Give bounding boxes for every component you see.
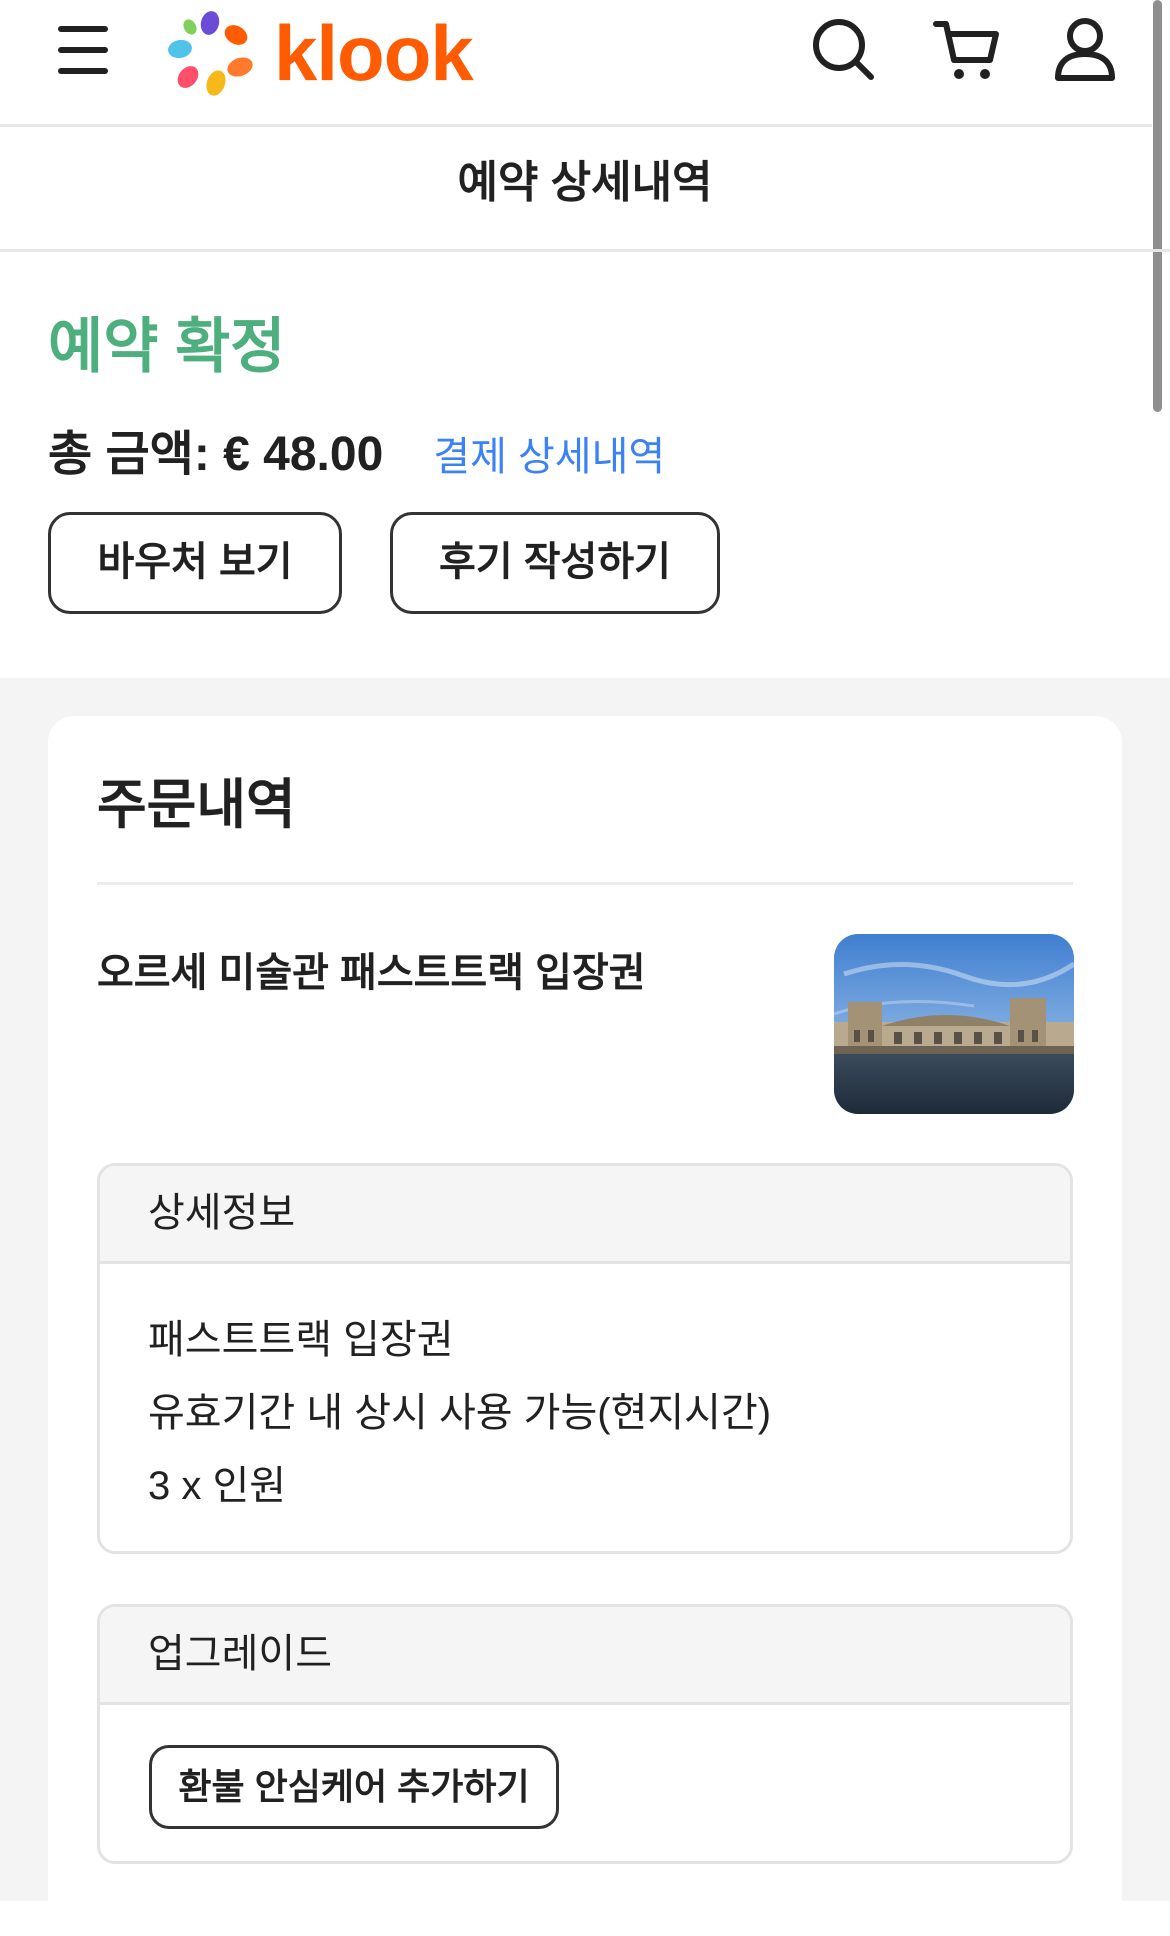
view-voucher-button[interactable]: 바우처 보기: [48, 512, 342, 614]
cart-icon[interactable]: [932, 14, 1002, 84]
product-name[interactable]: 오르세 미술관 패스트트랙 입장권: [97, 940, 646, 998]
page-title-bar: 예약 상세내역: [0, 127, 1170, 252]
klook-logo-mark: [168, 11, 253, 96]
search-icon[interactable]: [808, 14, 878, 84]
divider: [97, 882, 1073, 885]
details-panel-header: 상세정보: [100, 1166, 1070, 1264]
detail-line-package: 패스트트랙 입장권: [148, 1318, 454, 1362]
payment-details-link[interactable]: 결제 상세내역: [433, 424, 665, 482]
detail-line-validity: 유효기간 내 상시 사용 가능(현지시간): [148, 1391, 772, 1435]
user-icon[interactable]: [1050, 14, 1120, 84]
top-navigation-bar: klook: [0, 0, 1152, 127]
details-list: 패스트트랙 입장권 유효기간 내 상시 사용 가능(현지시간) 3 x 인원: [100, 1264, 1070, 1523]
write-review-button[interactable]: 후기 작성하기: [390, 512, 720, 614]
order-section-title: 주문내역: [97, 775, 296, 835]
page-title: 예약 상세내역: [457, 158, 713, 207]
klook-logo[interactable]: klook: [166, 8, 474, 98]
hamburger-menu-icon[interactable]: [52, 18, 116, 82]
logo-wordmark: klook: [274, 9, 474, 97]
booking-status: 예약 확정: [48, 313, 286, 380]
detail-line-quantity: 3 x 인원: [148, 1464, 287, 1508]
upgrade-panel: 업그레이드 환불 안심케어 추가하기: [97, 1604, 1073, 1864]
upgrade-panel-header: 업그레이드: [100, 1607, 1070, 1705]
details-panel: 상세정보 패스트트랙 입장권 유효기간 내 상시 사용 가능(현지시간) 3 x…: [97, 1163, 1073, 1554]
add-refund-care-button[interactable]: 환불 안심케어 추가하기: [149, 1745, 559, 1829]
total-amount: 총 금액: € 48.00: [48, 428, 384, 481]
product-image[interactable]: [834, 934, 1074, 1114]
total-row: 총 금액: € 48.00 결제 상세내역: [48, 414, 665, 484]
